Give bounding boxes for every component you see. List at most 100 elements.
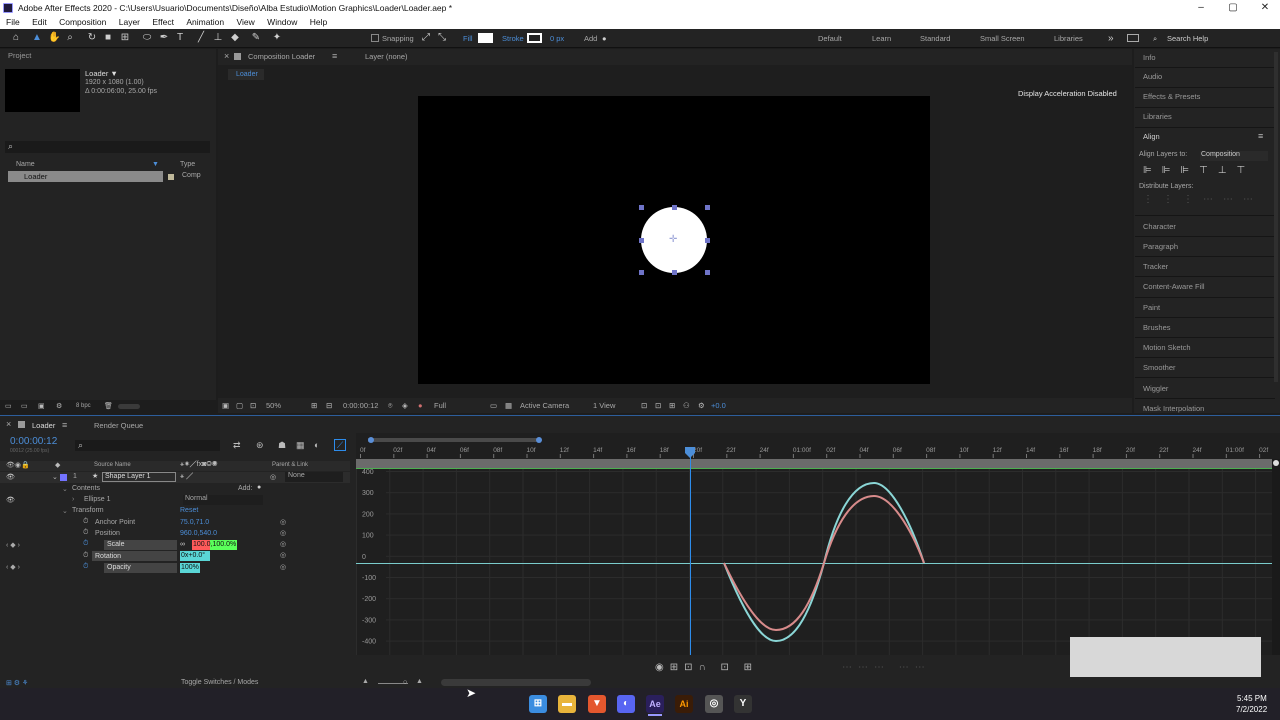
resolution-dropdown[interactable]: Full — [434, 398, 446, 413]
bbox-handle[interactable] — [639, 238, 644, 243]
stopwatch-icon[interactable]: ⏱ — [83, 529, 88, 537]
stopwatch-icon[interactable]: ⏱ — [83, 518, 88, 526]
transparency-grid-icon[interactable]: ▦ — [505, 398, 512, 413]
flowchart-icon[interactable]: ⚇ — [683, 398, 690, 413]
work-area-start[interactable] — [368, 437, 374, 443]
snap-option-icon[interactable]: ⤢ — [420, 32, 432, 44]
pen-tool-icon[interactable]: ✒ — [158, 32, 170, 44]
bbox-handle[interactable] — [639, 205, 644, 210]
content-aware-fill-panel[interactable]: Content-Aware Fill — [1143, 280, 1205, 294]
parent-link-header[interactable]: Parent & Link — [272, 462, 308, 468]
align-buttons[interactable]: ⊫⊫⊫⊤⊥⊤ — [1143, 165, 1255, 176]
preview-icon[interactable]: ▣ — [222, 398, 229, 413]
zoom-out-icon[interactable]: ▲ — [362, 678, 369, 685]
menu-view[interactable]: View — [237, 16, 255, 29]
menu-window[interactable]: Window — [267, 16, 297, 29]
stopwatch-icon[interactable]: ⏱ — [83, 563, 88, 571]
label-color-icon[interactable] — [168, 174, 174, 180]
contents-group[interactable]: Contents — [72, 485, 100, 492]
zoom-tool-icon[interactable]: ⌕ — [64, 32, 76, 44]
libraries-panel[interactable]: Libraries — [1143, 110, 1172, 124]
opacity-value[interactable]: 100% — [181, 564, 199, 571]
bbox-handle[interactable] — [705, 205, 710, 210]
bbox-handle[interactable] — [672, 205, 677, 210]
maximize-button[interactable]: ▢ — [1218, 0, 1248, 16]
work-area-bar[interactable] — [368, 438, 540, 442]
keyframe-nav-icon[interactable]: ‹ ◆ › — [6, 541, 20, 549]
composition-tab[interactable]: Composition Loader — [248, 52, 315, 61]
timeline-icon[interactable]: ⊞ — [669, 398, 675, 413]
switches-header-icons[interactable]: ⚹✷╱fx◙◎◉ — [180, 461, 218, 469]
smoother-panel[interactable]: Smoother — [1143, 361, 1176, 375]
name-column-header[interactable]: Name — [16, 161, 35, 168]
expression-pick-icon[interactable]: ◎ — [280, 563, 286, 571]
snapshot-icon[interactable]: ⌾ — [388, 398, 393, 413]
panel-menu-icon[interactable]: ≡ — [1258, 131, 1263, 141]
layer-label-color[interactable] — [60, 474, 67, 481]
distribute-buttons[interactable]: ⋮⋮⋮⋯⋯⋯ — [1143, 194, 1263, 205]
expand-arrow-icon[interactable]: ⌄ — [62, 507, 68, 515]
motion-blur-icon[interactable]: ◐ — [314, 440, 319, 450]
ellipse-group[interactable]: Ellipse 1 — [84, 496, 110, 503]
rotate-tool-icon[interactable]: ↻ — [86, 32, 98, 44]
bbox-handle[interactable] — [705, 238, 710, 243]
minimize-button[interactable]: – — [1186, 0, 1216, 16]
ellipse-tool-icon[interactable]: ⬭ — [141, 32, 153, 44]
project-item-name[interactable]: Loader ▼ — [85, 69, 118, 78]
blend-mode-dropdown[interactable]: Normal — [183, 495, 263, 505]
bbox-handle[interactable] — [639, 270, 644, 275]
brave-browser-icon[interactable]: ▼ — [588, 695, 606, 713]
transform-group[interactable]: Transform — [72, 507, 104, 514]
graph-editor-toolbar[interactable]: ◉⊞⊡∩ ⊡ ⊞ — [655, 662, 758, 673]
more-workspaces-icon[interactable]: » — [1108, 29, 1114, 48]
bbox-handle[interactable] — [672, 270, 677, 275]
taskbar-time[interactable]: 5:45 PM — [1237, 694, 1267, 703]
footer-toggle-icons[interactable]: ⊞ ⚙ ⚘ — [6, 679, 28, 687]
type-tool-icon[interactable]: T — [174, 32, 186, 44]
new-folder-icon[interactable]: ▭ — [21, 402, 28, 410]
thumbnail-slider[interactable] — [118, 404, 140, 409]
add-circle-icon[interactable]: ● — [602, 29, 607, 48]
align-panel[interactable]: Align — [1143, 130, 1160, 144]
tab-menu-icon[interactable]: ≡ — [62, 420, 67, 430]
stroke-swatch[interactable] — [527, 33, 542, 43]
interpret-footage-icon[interactable]: ▭ — [5, 402, 12, 410]
collapse-arrow-icon[interactable]: ⌄ — [52, 473, 58, 481]
sort-arrow-icon[interactable]: ▼ — [152, 161, 159, 168]
snap-scale-icon[interactable]: ⤡ — [436, 32, 448, 44]
roto-brush-icon[interactable]: ✎ — [250, 32, 262, 44]
reset-transform[interactable]: Reset — [180, 507, 198, 514]
av-features-icon[interactable]: 👁◉🔒 — [6, 461, 30, 469]
layer-switches-icon[interactable]: ⚹ ╱ — [180, 473, 193, 481]
menu-help[interactable]: Help — [310, 16, 327, 29]
expand-arrow-icon[interactable]: ⌄ — [62, 485, 68, 493]
pixel-aspect-icon[interactable]: ⊡ — [641, 398, 647, 413]
screen-recorder-icon[interactable]: ◎ — [705, 695, 723, 713]
stopwatch-icon[interactable]: ⏱ — [83, 540, 88, 548]
camera-dropdown[interactable]: Active Camera — [520, 398, 569, 413]
zoom-dropdown[interactable]: 50% — [266, 398, 281, 413]
transparency-icon[interactable]: ⊡ — [250, 398, 256, 413]
yandex-icon[interactable]: Y — [734, 695, 752, 713]
motion-sketch-panel[interactable]: Motion Sketch — [1143, 341, 1191, 355]
visibility-eye-icon[interactable]: 👁 — [6, 496, 15, 504]
lock-tab-icon[interactable] — [234, 53, 241, 60]
comp-canvas[interactable]: ✛ — [418, 96, 930, 384]
visibility-eye-icon[interactable]: 👁 — [6, 473, 15, 481]
menu-file[interactable]: File — [6, 16, 20, 29]
menu-edit[interactable]: Edit — [32, 16, 47, 29]
wiggler-panel[interactable]: Wiggler — [1143, 382, 1168, 396]
right-panel-scrollbar[interactable] — [1274, 52, 1278, 382]
home-icon[interactable]: ⌂ — [10, 32, 22, 44]
channel-icon[interactable]: ● — [418, 398, 423, 413]
stopwatch-icon[interactable]: ⏱ — [83, 552, 88, 560]
render-queue-tab[interactable]: Render Queue — [94, 421, 143, 430]
taskbar-date[interactable]: 7/2/2022 — [1236, 705, 1267, 714]
expression-pick-icon[interactable]: ◎ — [280, 540, 286, 548]
toggle-switches-modes[interactable]: Toggle Switches / Modes — [181, 679, 258, 686]
timeline-h-scrollbar[interactable] — [441, 679, 591, 686]
exposure-value[interactable]: +0.0 — [711, 398, 726, 413]
eraser-tool-icon[interactable]: ◆ — [229, 32, 241, 44]
file-explorer-icon[interactable]: ▬ — [558, 695, 576, 713]
project-search-input[interactable]: ⌕ — [5, 141, 210, 153]
